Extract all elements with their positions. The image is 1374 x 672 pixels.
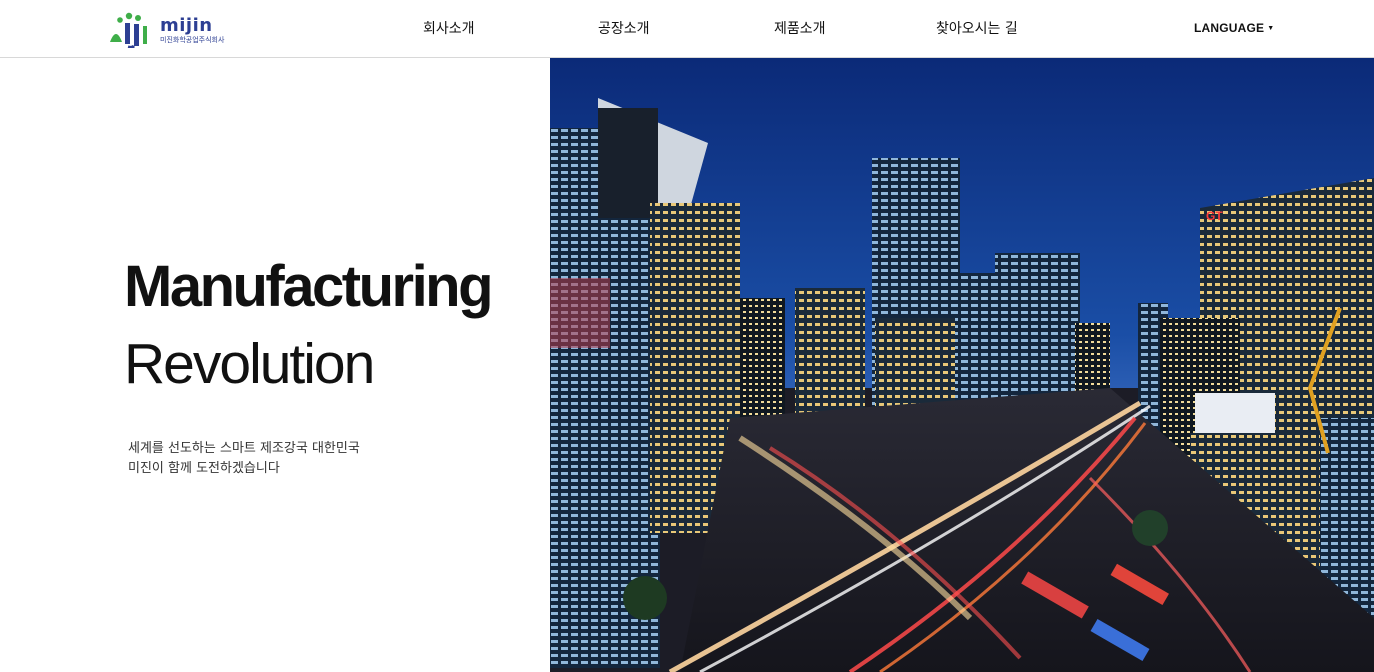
- logo-company-name: 미진화학공업주식회사: [160, 36, 225, 44]
- logo-mark-icon: [110, 12, 147, 48]
- nav-item-company[interactable]: 회사소개: [423, 18, 475, 38]
- city-night-image: GT: [550, 58, 1374, 672]
- nav-item-factory[interactable]: 공장소개: [598, 18, 650, 38]
- hero-description-line: 세계를 선도하는 스마트 제조강국 대한민국: [128, 441, 360, 456]
- site-header: mijin 미진화학공업주식회사 회사소개 공장소개 제품소개 찾아오시는 길 …: [0, 0, 1374, 58]
- logo[interactable]: mijin 미진화학공업주식회사: [108, 12, 228, 48]
- language-label: LANGUAGE: [1194, 21, 1265, 35]
- nav-item-directions[interactable]: 찾아오시는 길: [936, 18, 1018, 38]
- hero-description: 세계를 선도하는 스마트 제조강국 대한민국 미진이 함께 도전하겠습니다: [128, 439, 360, 479]
- hero-city-photo: GT: [550, 58, 1374, 672]
- hero-title: Manufacturing: [124, 254, 494, 319]
- logo-wordmark: mijin: [160, 15, 213, 36]
- hero-description-line: 미진이 함께 도전하겠습니다: [128, 461, 280, 476]
- hero-subtitle: Revolution: [124, 332, 375, 396]
- building-sign-text: GT: [1206, 209, 1223, 223]
- caret-down-icon: ▼: [1267, 25, 1275, 32]
- nav-item-products[interactable]: 제품소개: [774, 18, 826, 38]
- language-selector[interactable]: LANGUAGE ▼: [1194, 21, 1274, 35]
